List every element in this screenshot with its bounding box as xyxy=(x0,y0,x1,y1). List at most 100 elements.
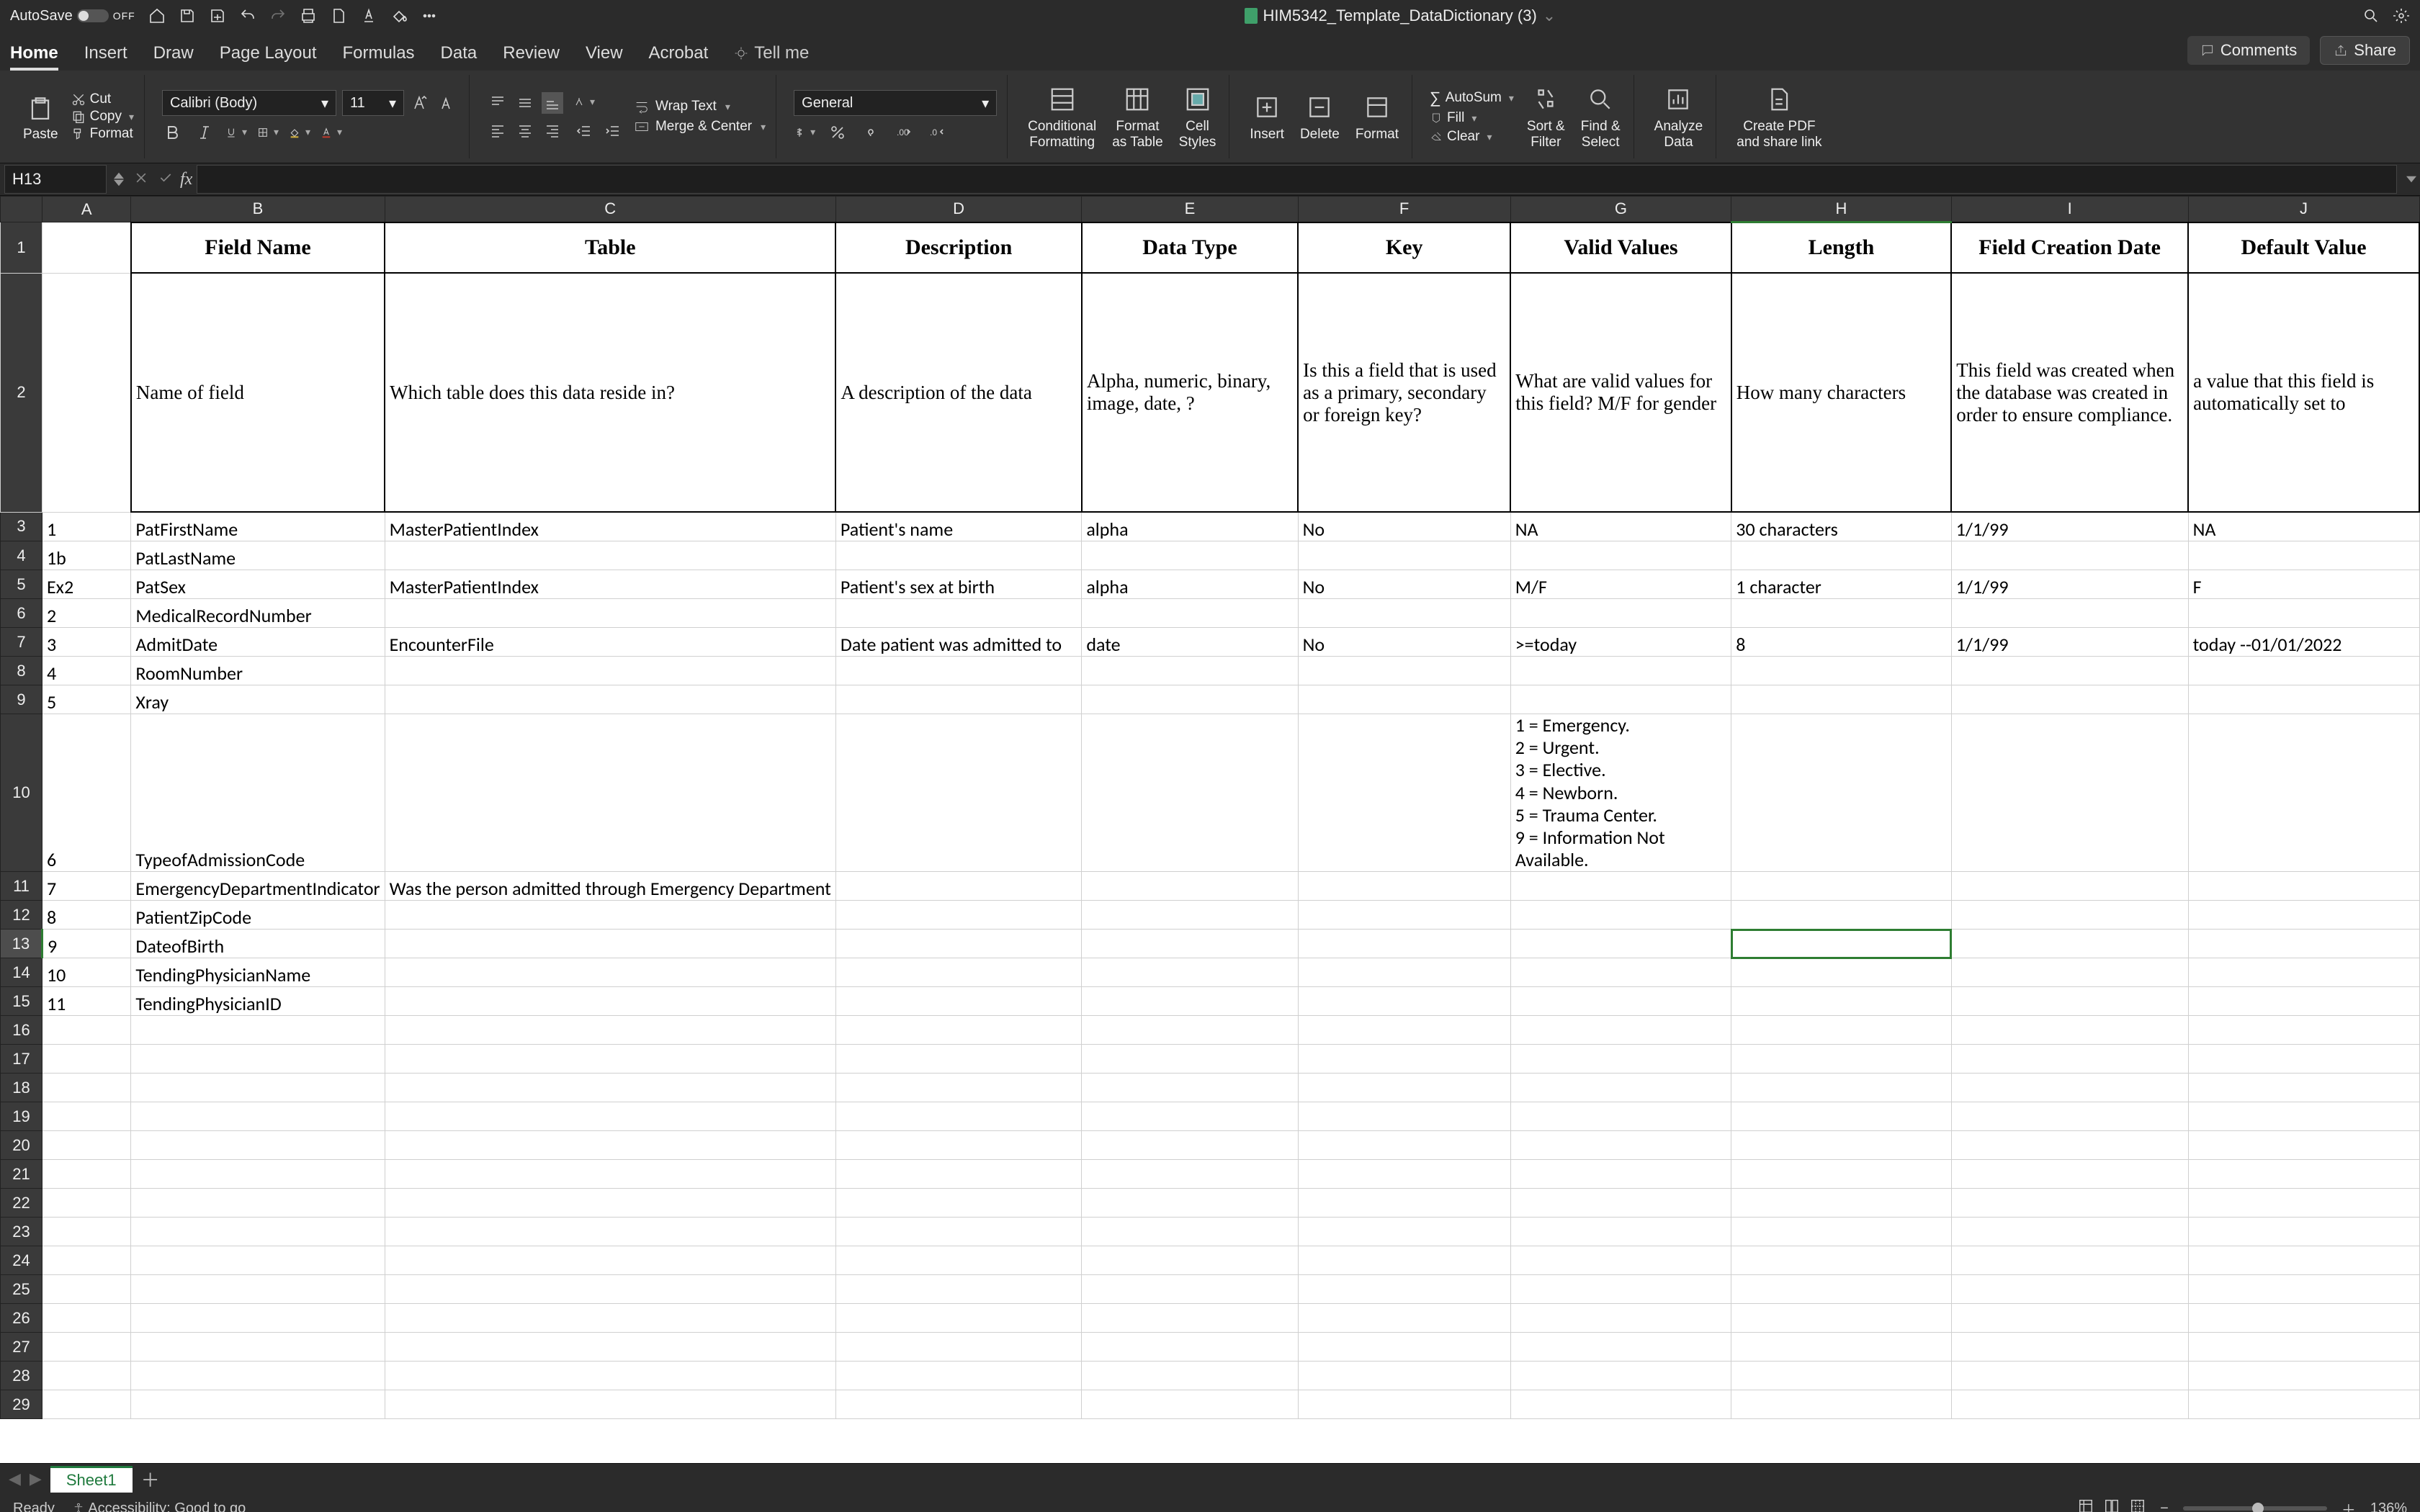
cell-C19[interactable] xyxy=(385,1102,835,1131)
font-color-qat[interactable] xyxy=(360,7,377,24)
cell-F28[interactable] xyxy=(1298,1362,1510,1390)
row-header-9[interactable]: 9 xyxy=(1,685,42,714)
cell-D27[interactable] xyxy=(835,1333,1081,1362)
col-header-I[interactable]: I xyxy=(1951,197,2188,222)
cell-J23[interactable] xyxy=(2188,1218,2419,1246)
cell-E22[interactable] xyxy=(1082,1189,1298,1218)
cell-B8[interactable]: RoomNumber xyxy=(131,657,385,685)
cell-I6[interactable] xyxy=(1951,599,2188,628)
cell-F18[interactable] xyxy=(1298,1074,1510,1102)
cell-A28[interactable] xyxy=(42,1362,130,1390)
cell-H8[interactable] xyxy=(1731,657,1951,685)
save-icon[interactable] xyxy=(179,7,196,24)
cell-I17[interactable] xyxy=(1951,1045,2188,1074)
align-middle-icon[interactable] xyxy=(514,92,536,114)
cell-I27[interactable] xyxy=(1951,1333,2188,1362)
cell-D8[interactable] xyxy=(835,657,1081,685)
select-all-corner[interactable] xyxy=(1,197,42,222)
cell-E4[interactable] xyxy=(1082,541,1298,570)
cell-A18[interactable] xyxy=(42,1074,130,1102)
row-header-4[interactable]: 4 xyxy=(1,541,42,570)
cell-A24[interactable] xyxy=(42,1246,130,1275)
cell-D24[interactable] xyxy=(835,1246,1081,1275)
cell-H24[interactable] xyxy=(1731,1246,1951,1275)
cell-C12[interactable] xyxy=(385,901,835,930)
cell-F19[interactable] xyxy=(1298,1102,1510,1131)
orientation-icon[interactable] xyxy=(573,91,595,113)
settings-gear-icon[interactable] xyxy=(2393,7,2410,24)
cell-D29[interactable] xyxy=(835,1390,1081,1419)
formula-input[interactable] xyxy=(197,165,2397,194)
zoom-in-button[interactable]: ＋ xyxy=(2341,1498,2356,1512)
cell-styles-button[interactable]: Cell Styles xyxy=(1176,81,1219,152)
cell-E29[interactable] xyxy=(1082,1390,1298,1419)
cell-F2[interactable]: Is this a field that is used as a primar… xyxy=(1298,273,1510,512)
cell-C3[interactable]: MasterPatientIndex xyxy=(385,512,835,541)
cell-A7[interactable]: 3 xyxy=(42,628,130,657)
cell-A29[interactable] xyxy=(42,1390,130,1419)
cell-J12[interactable] xyxy=(2188,901,2419,930)
cell-H19[interactable] xyxy=(1731,1102,1951,1131)
find-select-button[interactable]: Find & Select xyxy=(1578,81,1623,152)
sheet-tab-1[interactable]: Sheet1 xyxy=(50,1466,133,1493)
autosave-toggle[interactable] xyxy=(77,9,109,22)
cell-H28[interactable] xyxy=(1731,1362,1951,1390)
cell-G2[interactable]: What are valid values for this field? M/… xyxy=(1510,273,1731,512)
cell-I11[interactable] xyxy=(1951,872,2188,901)
row-header-29[interactable]: 29 xyxy=(1,1390,42,1419)
cell-A8[interactable]: 4 xyxy=(42,657,130,685)
row-header-25[interactable]: 25 xyxy=(1,1275,42,1304)
cell-F7[interactable]: No xyxy=(1298,628,1510,657)
row-header-7[interactable]: 7 xyxy=(1,628,42,657)
cell-J18[interactable] xyxy=(2188,1074,2419,1102)
cell-G23[interactable] xyxy=(1510,1218,1731,1246)
cell-G6[interactable] xyxy=(1510,599,1731,628)
cell-B10[interactable]: TypeofAdmissionCode xyxy=(131,714,385,872)
cell-J16[interactable] xyxy=(2188,1016,2419,1045)
col-header-D[interactable]: D xyxy=(835,197,1081,222)
cell-F29[interactable] xyxy=(1298,1390,1510,1419)
cell-F8[interactable] xyxy=(1298,657,1510,685)
cell-E23[interactable] xyxy=(1082,1218,1298,1246)
cell-F13[interactable] xyxy=(1298,930,1510,958)
clear-button[interactable]: Clear xyxy=(1430,129,1514,145)
zoom-slider[interactable] xyxy=(2183,1506,2327,1511)
cell-H14[interactable] xyxy=(1731,958,1951,987)
cell-B19[interactable] xyxy=(131,1102,385,1131)
align-center-icon[interactable] xyxy=(514,120,536,141)
cell-J22[interactable] xyxy=(2188,1189,2419,1218)
cell-G10[interactable]: 1 = Emergency. 2 = Urgent. 3 = Elective.… xyxy=(1510,714,1731,872)
row-header-23[interactable]: 23 xyxy=(1,1218,42,1246)
cell-I15[interactable] xyxy=(1951,987,2188,1016)
cell-B17[interactable] xyxy=(131,1045,385,1074)
cell-H21[interactable] xyxy=(1731,1160,1951,1189)
cell-E20[interactable] xyxy=(1082,1131,1298,1160)
cell-A23[interactable] xyxy=(42,1218,130,1246)
cell-H26[interactable] xyxy=(1731,1304,1951,1333)
cell-A25[interactable] xyxy=(42,1275,130,1304)
cell-C5[interactable]: MasterPatientIndex xyxy=(385,570,835,599)
row-header-14[interactable]: 14 xyxy=(1,958,42,987)
cell-B25[interactable] xyxy=(131,1275,385,1304)
cell-D22[interactable] xyxy=(835,1189,1081,1218)
format-as-table-button[interactable]: Format as Table xyxy=(1109,81,1165,152)
wrap-text-button[interactable]: Wrap Text xyxy=(634,99,766,114)
cell-G9[interactable] xyxy=(1510,685,1731,714)
cell-C7[interactable]: EncounterFile xyxy=(385,628,835,657)
redo-icon[interactable] xyxy=(269,7,287,24)
cell-F10[interactable] xyxy=(1298,714,1510,872)
cell-G17[interactable] xyxy=(1510,1045,1731,1074)
row-header-16[interactable]: 16 xyxy=(1,1016,42,1045)
cell-F15[interactable] xyxy=(1298,987,1510,1016)
cell-D7[interactable]: Date patient was admitted to xyxy=(835,628,1081,657)
tell-me[interactable]: Tell me xyxy=(734,43,809,71)
cell-D11[interactable] xyxy=(835,872,1081,901)
cell-A26[interactable] xyxy=(42,1304,130,1333)
cell-B5[interactable]: PatSex xyxy=(131,570,385,599)
cell-F6[interactable] xyxy=(1298,599,1510,628)
cell-C21[interactable] xyxy=(385,1160,835,1189)
cell-E1[interactable]: Data Type xyxy=(1082,222,1298,274)
cell-B12[interactable]: PatientZipCode xyxy=(131,901,385,930)
cell-A12[interactable]: 8 xyxy=(42,901,130,930)
cell-C14[interactable] xyxy=(385,958,835,987)
